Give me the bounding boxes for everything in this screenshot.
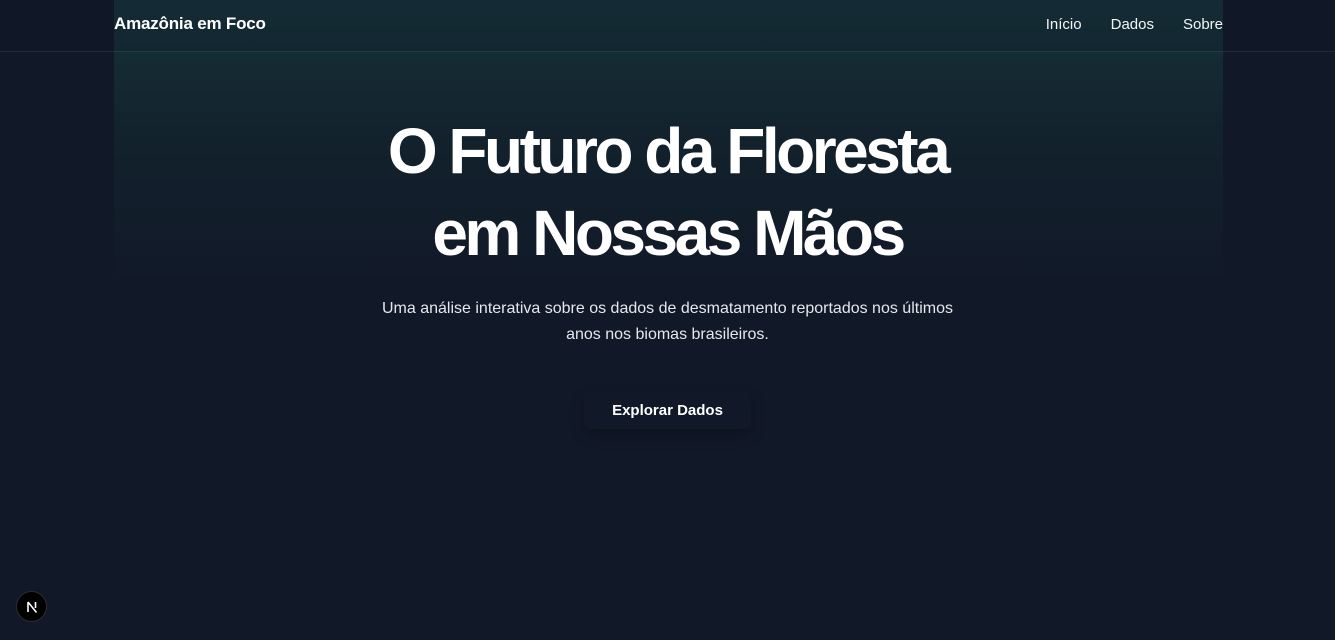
site-logo-text[interactable]: Amazônia em Foco <box>114 14 266 34</box>
hero-section: O Futuro da Floresta em Nossas Mãos Uma … <box>0 110 1335 429</box>
hero-title-line-1: O Futuro da Floresta <box>387 115 951 187</box>
nav-link-sobre[interactable]: Sobre <box>1183 16 1223 33</box>
nextjs-logo-icon <box>26 600 37 613</box>
hero-subtitle: Uma análise interativa sobre os dados de… <box>382 300 953 343</box>
nav-link-dados[interactable]: Dados <box>1111 16 1154 33</box>
explore-data-button[interactable]: Explorar Dados <box>584 392 751 429</box>
hero-title: O Futuro da Floresta em Nossas Mãos <box>318 110 1018 274</box>
nextjs-dev-indicator-button[interactable] <box>16 591 47 622</box>
nav-link-inicio[interactable]: Início <box>1046 16 1082 33</box>
main-nav: Início Dados Sobre <box>1046 16 1223 33</box>
hero-title-line-2: em Nossas Mãos <box>432 197 906 269</box>
site-header: Amazônia em Foco Início Dados Sobre <box>0 0 1335 52</box>
